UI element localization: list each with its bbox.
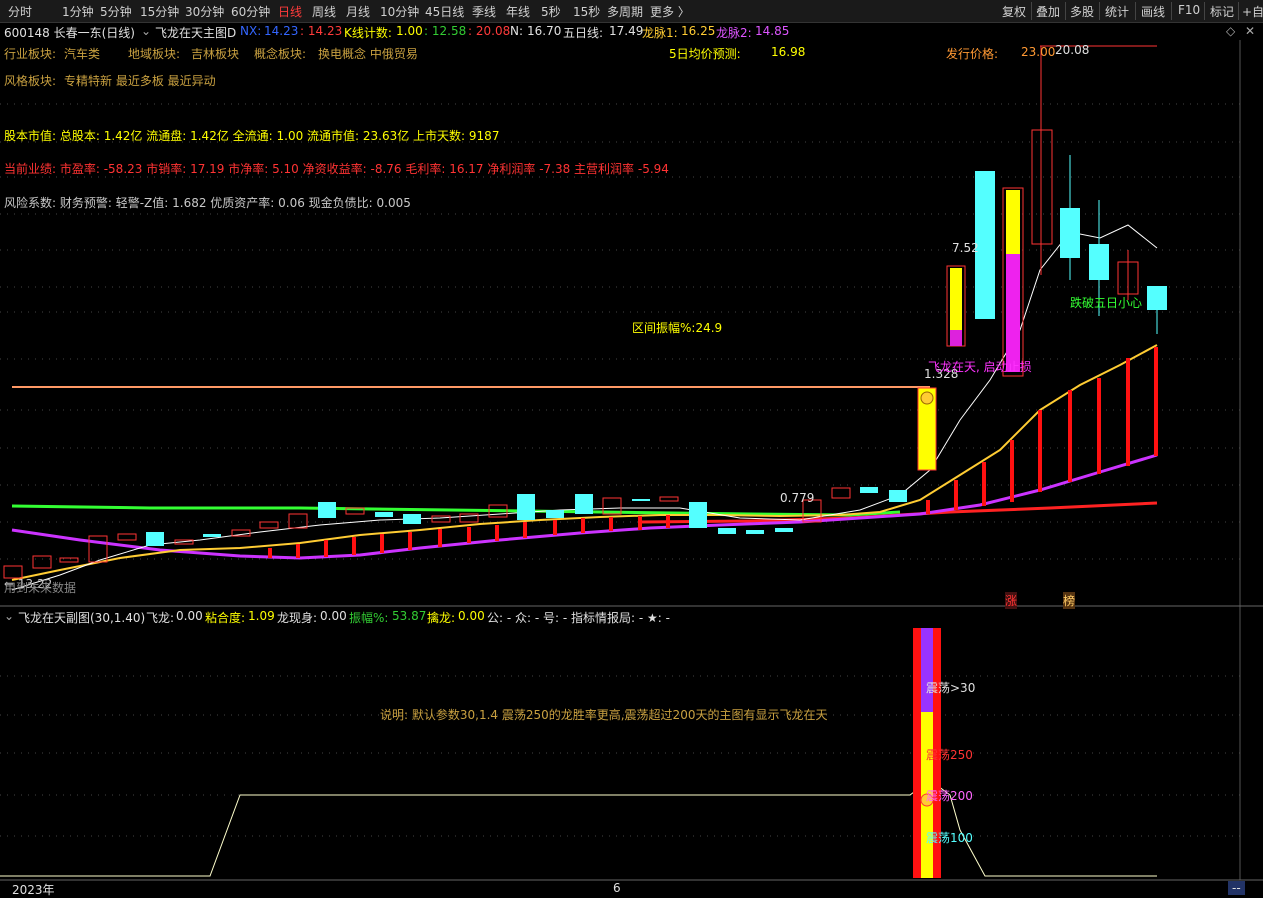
- limit-up-badge: 涨: [1005, 592, 1018, 609]
- scroll-corner[interactable]: --: [1228, 881, 1245, 895]
- money-bag-icon: [920, 391, 934, 405]
- year-label: 2023年: [12, 883, 55, 897]
- lxs-label: 龙现身:: [277, 611, 318, 625]
- lxs-value: 0.00: [320, 609, 347, 623]
- sub-rest-info: 公: - 众: - 号: - 指标情报局: - ★: -: [487, 611, 670, 625]
- flying-dragon-label: 飞龙在天, 启动止损: [928, 360, 1032, 374]
- fl-value: 0.00: [176, 609, 203, 623]
- style-label: 风格板块:: [4, 74, 57, 88]
- green-ma-line: [11, 504, 901, 517]
- avg5-value: 16.98: [771, 45, 806, 59]
- dragon-1-value: 16.25: [681, 24, 716, 38]
- nh-value: 1.09: [248, 609, 275, 623]
- nx-value: 14.23: [264, 24, 299, 38]
- issue-price-label: 发行价格:: [946, 47, 999, 61]
- stock-title[interactable]: 600148 长春一东(日线): [4, 24, 135, 41]
- diamond-icon[interactable]: ◇: [1226, 24, 1235, 38]
- style-value[interactable]: 专精特新 最近多板 最近异动: [64, 72, 216, 89]
- avg5-label: 5日均价预测:: [669, 47, 741, 61]
- k-count-value: 1.00: [396, 24, 423, 38]
- osc-label-200: 震荡200: [926, 789, 973, 803]
- concept-label: 概念板块:: [254, 47, 307, 61]
- grid-lines: [0, 103, 1240, 837]
- concept-value[interactable]: 换电概念 中俄贸易: [318, 45, 418, 62]
- dragon-2-value: 14.85: [755, 24, 790, 38]
- n-label: N:: [510, 24, 524, 38]
- oscillation-line: [0, 779, 1157, 877]
- sub-expand-icon[interactable]: ⌄: [4, 609, 14, 623]
- ranking-badge: 榜: [1063, 592, 1076, 609]
- dragon-2-label: 龙脉2:: [716, 26, 752, 40]
- capital-info: 股本市值: 总股本: 1.42亿 流通盘: 1.42亿 全流通: 1.00 流通…: [4, 129, 500, 143]
- range-amplitude: 区间振幅%:24.9: [632, 321, 723, 335]
- header-bar: 600148 长春一东(日线) ⌄ 飞龙在天主图D NX: 14.23 : 14…: [0, 22, 1263, 40]
- month-label: 6: [613, 881, 621, 895]
- label-7-52: 7.52: [952, 241, 979, 255]
- warn-label: 跌破五日小心: [1070, 296, 1143, 310]
- label-0-779: 0.779: [780, 491, 815, 505]
- ql-value: 0.00: [458, 609, 485, 623]
- close-icon[interactable]: ✕: [1245, 24, 1255, 38]
- sub-description: 说明: 默认参数30,1.4 震荡250的龙胜率更高,震荡超过200天的主图有显…: [380, 708, 828, 722]
- performance-info: 当前业绩: 市盈率: -58.23 市销率: 17.19 市净率: 5.10 净…: [4, 162, 669, 176]
- region-value[interactable]: 吉林板块: [191, 45, 239, 62]
- future-data-note: 用到未来数据: [4, 581, 77, 595]
- nx-value2: : 14.23: [300, 24, 343, 38]
- value-red: : 20.08: [468, 24, 511, 38]
- industry-label: 行业板块:: [4, 47, 57, 61]
- sub-indicator-title[interactable]: 飞龙在天副图(30,1.40): [18, 609, 145, 626]
- fl-label: 飞龙:: [146, 611, 175, 625]
- nx-label: NX:: [240, 24, 262, 38]
- zf-label: 振幅%:: [349, 611, 389, 625]
- industry-value[interactable]: 汽车类: [64, 45, 100, 62]
- k-count-label: K线计数:: [344, 26, 392, 40]
- nh-label: 粘合度:: [205, 611, 246, 625]
- risk-info: 风险系数: 财务预警: 轻警-Z值: 1.682 优质资产率: 0.06 现金负…: [4, 196, 411, 210]
- ql-label: 擒龙:: [427, 611, 456, 625]
- value-green: : 12.58: [424, 24, 467, 38]
- five-day-value: 17.49: [609, 24, 644, 38]
- five-day-label: 五日线:: [563, 26, 604, 40]
- issue-price-value: 23.00: [1021, 45, 1056, 59]
- zf-value: 53.87: [392, 609, 427, 623]
- osc-label-30: 震荡>30: [926, 681, 976, 695]
- osc-label-100: 震荡100: [926, 831, 973, 845]
- candles: [3, 46, 1167, 579]
- indicator-expand-icon[interactable]: ⌄: [141, 24, 151, 38]
- n-value: 16.70: [527, 24, 562, 38]
- indicator-name[interactable]: 飞龙在天主图D: [155, 24, 236, 41]
- high-price-label: 20.08: [1055, 43, 1090, 57]
- oscillation-purple-bar: [921, 628, 933, 712]
- region-label: 地域板块:: [128, 47, 181, 61]
- dragon-1-label: 龙脉1:: [642, 26, 678, 40]
- osc-label-250: 震荡250: [926, 748, 973, 762]
